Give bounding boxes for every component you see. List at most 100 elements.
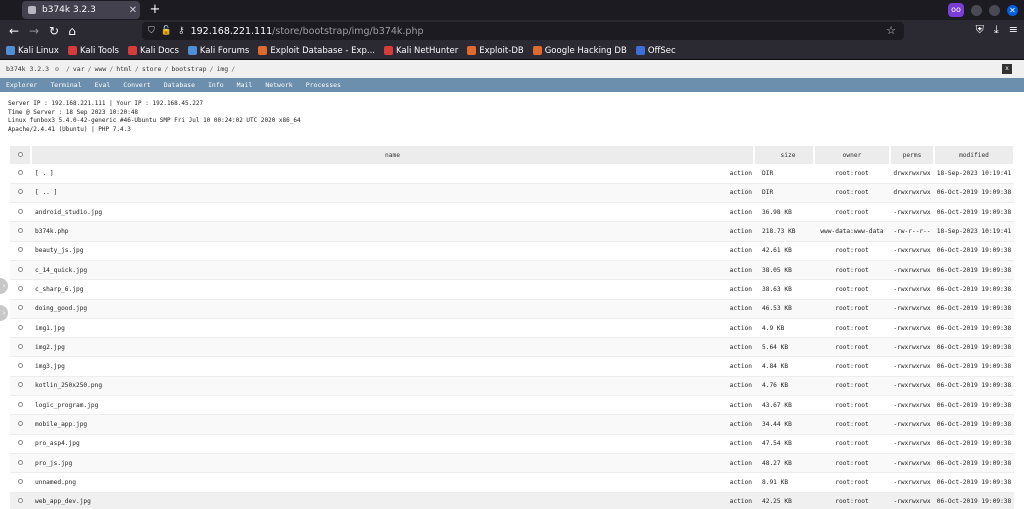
file-perms[interactable]: -rwxrwxrwx xyxy=(890,241,934,261)
action-link[interactable]: action xyxy=(729,395,754,416)
column-header-size[interactable]: size xyxy=(754,146,815,164)
file-name[interactable]: mobile_app.jpg xyxy=(31,414,730,435)
table-row[interactable]: mobile_app.jpg action 34.44 KB root:root -rw… xyxy=(10,414,1014,435)
table-row[interactable]: c_14_quick.jpg action 38.05 KB root:root -rw… xyxy=(10,260,1014,281)
row-checkbox[interactable] xyxy=(10,434,31,454)
column-header-modified[interactable]: modified xyxy=(934,146,1015,164)
minimize-icon[interactable] xyxy=(971,4,982,16)
row-checkbox[interactable] xyxy=(10,260,31,281)
bookmark-item[interactable]: Kali Forums xyxy=(187,46,249,56)
breadcrumb-item[interactable]: bootstrap xyxy=(171,65,206,73)
action-link[interactable]: action xyxy=(729,376,754,397)
file-perms[interactable]: -rwxrwxrwx xyxy=(890,260,934,281)
action-link[interactable]: action xyxy=(729,260,754,281)
file-perms[interactable]: drwxrwxrwx xyxy=(890,183,934,204)
breadcrumb-item[interactable]: store xyxy=(142,65,162,73)
action-link[interactable]: action xyxy=(729,414,754,435)
file-perms[interactable]: -rwxrwxrwx xyxy=(890,414,934,435)
bookmark-item[interactable]: Kali NetHunter xyxy=(384,46,458,56)
row-checkbox[interactable] xyxy=(10,453,31,474)
row-checkbox[interactable] xyxy=(10,376,31,397)
bookmark-item[interactable]: Exploit-DB xyxy=(467,46,524,56)
maximize-icon[interactable] xyxy=(989,4,1000,16)
table-row[interactable]: b374k.php action 218.73 KB www-data:www-dat… xyxy=(10,221,1014,242)
file-name[interactable]: logic_program.jpg xyxy=(31,395,730,416)
file-perms[interactable]: -rwxrwxrwx xyxy=(890,337,934,358)
row-checkbox[interactable] xyxy=(10,337,31,358)
bookmark-item[interactable]: Kali Tools xyxy=(67,46,119,56)
row-checkbox[interactable] xyxy=(10,318,31,339)
breadcrumb-item[interactable]: var xyxy=(73,65,85,73)
file-name[interactable]: doing_good.jpg xyxy=(31,299,730,319)
scroll-left-arrow-icon[interactable]: › xyxy=(0,278,8,294)
breadcrumb-item[interactable]: html xyxy=(116,65,132,73)
file-perms[interactable]: -rwxrwxrwx xyxy=(890,434,934,454)
table-row[interactable]: kotlin_250x250.png action 4.76 KB root:root… xyxy=(10,376,1014,397)
file-name[interactable]: c_sharp_6.jpg xyxy=(31,279,730,300)
file-perms[interactable]: -rwxrwxrwx xyxy=(890,395,934,416)
breadcrumb-item[interactable]: img xyxy=(216,65,228,73)
new-tab-button[interactable]: + xyxy=(146,1,164,19)
action-link[interactable]: action xyxy=(729,221,754,242)
action-link[interactable]: action xyxy=(729,492,754,509)
bookmark-item[interactable]: Google Hacking DB xyxy=(532,46,627,56)
action-link[interactable]: action xyxy=(729,183,754,204)
row-checkbox[interactable] xyxy=(10,414,31,435)
file-name[interactable]: img2.jpg xyxy=(31,337,730,358)
column-header-perms[interactable]: perms xyxy=(890,146,935,164)
menu-item-convert[interactable]: Convert xyxy=(123,81,150,89)
pocket-icon[interactable]: ⛨ xyxy=(976,23,984,37)
table-row[interactable]: unnamed.png action 8.91 KB root:root -rwxrwx… xyxy=(10,472,1014,493)
menu-item-eval[interactable]: Eval xyxy=(95,81,111,89)
file-perms[interactable]: -rwxrwxrwx xyxy=(890,279,934,300)
menu-item-processes[interactable]: Processes xyxy=(306,81,341,89)
row-checkbox[interactable] xyxy=(10,279,31,300)
action-link[interactable]: action xyxy=(729,241,754,261)
file-name[interactable]: img3.jpg xyxy=(31,356,730,377)
menu-item-terminal[interactable]: Terminal xyxy=(50,81,81,89)
row-checkbox[interactable] xyxy=(10,472,31,493)
row-checkbox[interactable] xyxy=(10,356,31,377)
action-link[interactable]: action xyxy=(729,453,754,474)
file-name[interactable]: c_14_quick.jpg xyxy=(31,260,730,281)
file-name[interactable]: [ .. ] xyxy=(31,183,730,204)
file-perms[interactable]: -rwxrwxrwx xyxy=(890,472,934,493)
table-row[interactable]: pro_js.jpg action 48.27 KB root:root -rwxrwx… xyxy=(10,453,1014,474)
row-checkbox[interactable] xyxy=(10,221,31,242)
file-name[interactable]: pro_asp4.jpg xyxy=(31,434,730,454)
bookmark-item[interactable]: OffSec xyxy=(635,46,676,56)
permissions-key-icon[interactable]: ⚷ xyxy=(178,26,185,36)
table-row[interactable]: c_sharp_6.jpg action 38.63 KB root:root -rwx… xyxy=(10,279,1014,300)
action-link[interactable]: action xyxy=(729,279,754,300)
window-close-icon[interactable]: ✕ xyxy=(1007,4,1018,16)
shield-icon[interactable]: ⛉ xyxy=(148,26,155,36)
select-all-checkbox[interactable] xyxy=(10,146,32,164)
file-perms[interactable]: -rwxrwxrwx xyxy=(890,202,934,223)
settings-icon[interactable]: ⚙ xyxy=(55,65,59,73)
file-perms[interactable]: -rwxrwxrwx xyxy=(890,453,934,474)
browser-tab[interactable]: b374k 3.2.3 ✕ xyxy=(22,1,140,19)
download-icon[interactable]: ⤓ xyxy=(994,23,999,37)
row-checkbox[interactable] xyxy=(10,395,31,416)
table-row[interactable]: [ .. ] action DIR root:root drwxrwxrwx 06-Oct… xyxy=(10,183,1014,204)
table-row[interactable]: [ . ] action DIR root:root drwxrwxrwx 18-Sep-… xyxy=(10,164,1014,184)
file-perms[interactable]: -rwxrwxrwx xyxy=(890,356,934,377)
file-perms[interactable]: -rw-r--r-- xyxy=(890,221,934,242)
action-link[interactable]: action xyxy=(729,337,754,358)
forward-icon[interactable]: → xyxy=(26,23,42,39)
back-icon[interactable]: ← xyxy=(6,23,22,39)
action-link[interactable]: action xyxy=(729,356,754,377)
column-header-owner[interactable]: owner xyxy=(814,146,891,164)
table-row[interactable]: pro_asp4.jpg action 47.54 KB root:root -rwxr… xyxy=(10,434,1014,454)
table-row[interactable]: doing_good.jpg action 46.53 KB root:root -rw… xyxy=(10,299,1014,319)
file-name[interactable]: b374k.php xyxy=(31,221,730,242)
table-row[interactable]: android_studio.jpg action 36.98 KB root:roo… xyxy=(10,202,1014,223)
file-name[interactable]: unnamed.png xyxy=(31,472,730,493)
file-name[interactable]: web_app_dev.jpg xyxy=(31,492,730,509)
lock-icon[interactable]: 🔓 xyxy=(161,26,172,36)
table-row[interactable]: img3.jpg action 4.84 KB root:root -rwxrwxrwx… xyxy=(10,356,1014,377)
menu-item-mail[interactable]: Mail xyxy=(237,81,253,89)
file-name[interactable]: android_studio.jpg xyxy=(31,202,730,223)
file-perms[interactable]: -rwxrwxrwx xyxy=(890,492,934,509)
bookmark-item[interactable]: Kali Docs xyxy=(127,46,179,56)
